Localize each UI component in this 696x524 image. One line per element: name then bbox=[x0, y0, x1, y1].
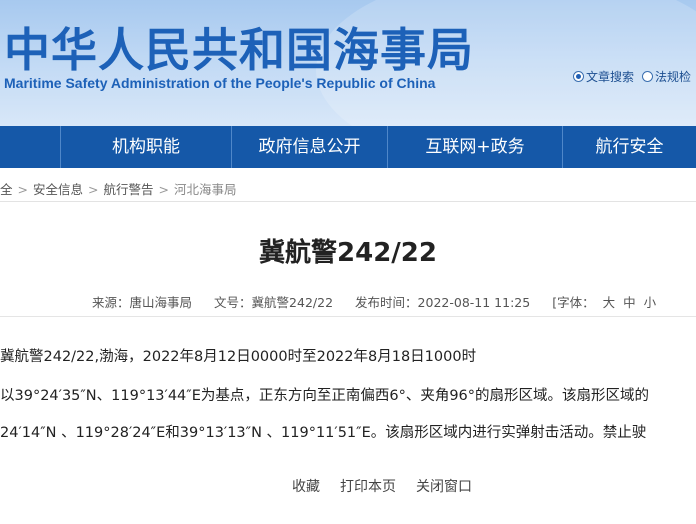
meta-divider bbox=[0, 316, 696, 317]
font-size-small-button[interactable]: 小 bbox=[644, 295, 657, 310]
nav-item-navigation-safety[interactable]: 航行安全 bbox=[563, 126, 696, 168]
radio-unselected-icon bbox=[642, 71, 654, 82]
breadcrumb-item-safety-info[interactable]: 安全信息 bbox=[33, 182, 83, 197]
search-option-articles[interactable]: 文章搜索 bbox=[573, 70, 634, 84]
article-paragraph: 冀航警242/22,渤海，2022年8月12日0000时至2022年8月18日1… bbox=[0, 349, 477, 365]
breadcrumb-divider bbox=[0, 201, 696, 202]
radio-selected-icon bbox=[573, 71, 584, 82]
site-title-en: Maritime Safety Administration of the Pe… bbox=[4, 75, 436, 91]
header-banner: 中华人民共和国海事局 Maritime Safety Administratio… bbox=[0, 0, 696, 126]
favorite-button[interactable]: 收藏 bbox=[292, 479, 320, 495]
page-title: 冀航警242/22 bbox=[259, 238, 437, 268]
article-actions: 收藏 打印本页 关闭窗口 bbox=[292, 476, 492, 496]
source-value: 唐山海事局 bbox=[129, 295, 193, 310]
breadcrumb-separator: > bbox=[88, 182, 99, 197]
publish-date-label: 发布时间： bbox=[355, 295, 418, 310]
search-option-label: 文章搜索 bbox=[586, 70, 635, 84]
font-size-medium-button[interactable]: 中 bbox=[623, 295, 636, 310]
doc-number-value: 冀航警242/22 bbox=[251, 295, 334, 310]
article-paragraph: 以39°24′35″N、119°13′44″E为基点，正东方向至正南偏西6°、夹… bbox=[0, 388, 650, 404]
breadcrumb-item-home[interactable]: 全 bbox=[0, 182, 13, 197]
search-option-label: 法规检 bbox=[655, 70, 692, 84]
nav-item-government-info[interactable]: 政府信息公开 bbox=[232, 126, 387, 168]
font-size-large-button[interactable]: 大 bbox=[603, 295, 616, 310]
font-size-label: [字体： bbox=[552, 295, 595, 310]
doc-number-label: 文号： bbox=[214, 295, 252, 310]
source-label: 来源： bbox=[92, 295, 130, 310]
site-title-cn: 中华人民共和国海事局 bbox=[4, 23, 474, 77]
search-option-regulations[interactable]: 法规检 bbox=[642, 70, 691, 84]
nav-item-internet-services[interactable]: 互联网+政务 bbox=[388, 126, 562, 168]
breadcrumb-separator: > bbox=[158, 182, 169, 197]
article-paragraph: 24′14″N 、119°28′24″E和39°13′13″N 、119°11′… bbox=[0, 425, 647, 441]
print-button[interactable]: 打印本页 bbox=[340, 479, 396, 495]
article-meta: 来源：唐山海事局 文号：冀航警242/22 发布时间：2022-08-11 11:2… bbox=[92, 292, 656, 311]
close-window-button[interactable]: 关闭窗口 bbox=[416, 479, 472, 495]
breadcrumb-item-nav-warnings[interactable]: 航行警告 bbox=[104, 182, 154, 197]
breadcrumb-item-current: 河北海事局 bbox=[174, 182, 237, 197]
search-options: 文章搜索 法规检 bbox=[573, 68, 696, 85]
nav-item-institution-functions[interactable]: 机构职能 bbox=[61, 126, 231, 168]
breadcrumb: 全 > 安全信息 > 航行警告 > 河北海事局 bbox=[0, 179, 237, 198]
breadcrumb-separator: > bbox=[17, 182, 28, 197]
main-nav: 机构职能 政府信息公开 互联网+政务 航行安全 bbox=[0, 126, 696, 168]
publish-date-value: 2022-08-11 11:25 bbox=[417, 295, 531, 310]
